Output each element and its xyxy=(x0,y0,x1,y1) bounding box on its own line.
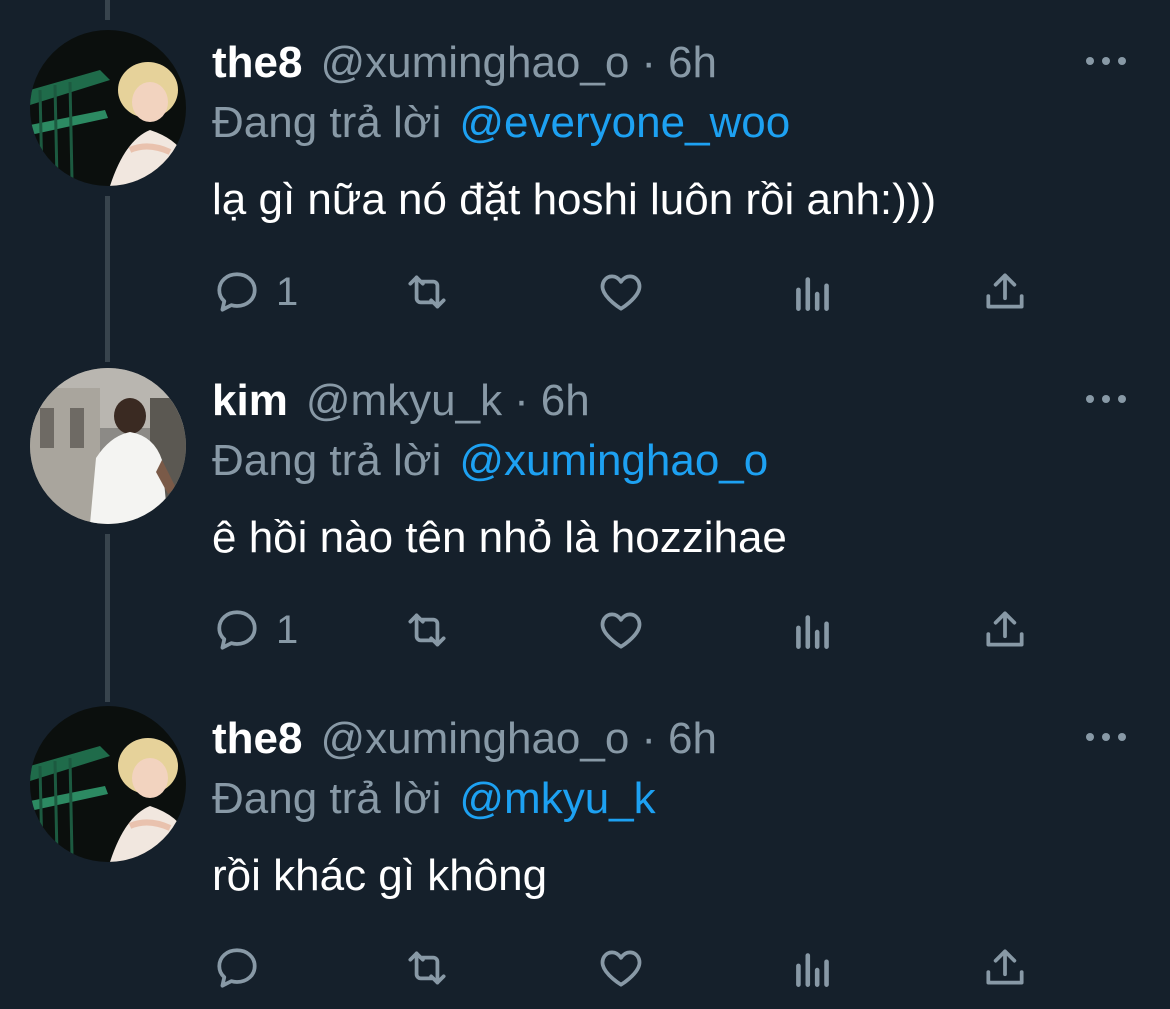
display-name[interactable]: the8 xyxy=(212,38,302,88)
analytics-icon xyxy=(796,277,829,311)
analytics-icon xyxy=(796,953,829,987)
reply-icon xyxy=(217,272,257,312)
replying-to: Đang trả lời @mkyu_k xyxy=(212,771,656,827)
reply-button[interactable] xyxy=(212,942,276,994)
reply-button[interactable]: 1 xyxy=(212,266,298,318)
share-button[interactable] xyxy=(980,266,1030,318)
like-button[interactable] xyxy=(596,604,646,656)
display-name[interactable]: kim xyxy=(212,376,288,426)
share-icon xyxy=(986,273,1024,309)
separator: · xyxy=(641,714,656,763)
retweet-icon xyxy=(408,275,446,309)
tweet-actions xyxy=(212,942,1042,994)
avatar[interactable] xyxy=(30,30,186,186)
username[interactable]: @mkyu_k xyxy=(306,376,502,426)
reply-button[interactable]: 1 xyxy=(212,604,298,656)
share-icon xyxy=(986,611,1024,647)
tweet-header: kim @mkyu_k · 6h xyxy=(212,373,590,429)
tweet-text: ê hồi nào tên nhỏ là hozzihae xyxy=(212,513,787,562)
share-icon xyxy=(986,949,1024,985)
tweet-actions: 1 xyxy=(212,604,1042,656)
username[interactable]: @xuminghao_o xyxy=(320,714,629,764)
separator: · xyxy=(514,376,529,425)
like-button[interactable] xyxy=(596,942,646,994)
tweet-text: lạ gì nữa nó đặt hoshi luôn rồi anh:))) xyxy=(212,175,937,224)
tweet[interactable]: the8 @xuminghao_o · 6h Đang trả lời @mky… xyxy=(0,676,1170,1009)
tweet[interactable]: kim @mkyu_k · 6h Đang trả lời @xuminghao… xyxy=(0,338,1170,678)
tweet-header: the8 @xuminghao_o · 6h xyxy=(212,35,717,91)
retweet-icon xyxy=(408,613,446,647)
analytics-button[interactable] xyxy=(788,942,838,994)
tweet[interactable]: the8 @xuminghao_o · 6h Đang trả lời @eve… xyxy=(0,0,1170,340)
share-button[interactable] xyxy=(980,604,1030,656)
replying-to: Đang trả lời @xuminghao_o xyxy=(212,433,768,489)
analytics-button[interactable] xyxy=(788,266,838,318)
avatar-the8-image xyxy=(30,706,186,862)
share-button[interactable] xyxy=(980,942,1030,994)
timestamp[interactable]: 6h xyxy=(668,38,717,88)
replying-to-label: Đang trả lời xyxy=(212,436,442,485)
avatar-kim-image xyxy=(30,368,186,524)
like-button[interactable] xyxy=(596,266,646,318)
mention-link[interactable]: @everyone_woo xyxy=(459,98,790,148)
reply-count: 1 xyxy=(276,607,299,652)
more-options-icon[interactable] xyxy=(1086,384,1126,414)
timestamp[interactable]: 6h xyxy=(541,376,590,426)
reply-icon xyxy=(217,948,257,988)
replying-to-label: Đang trả lời xyxy=(212,774,442,823)
replying-to: Đang trả lời @everyone_woo xyxy=(212,95,790,151)
heart-icon xyxy=(600,950,642,987)
more-options-icon[interactable] xyxy=(1086,722,1126,752)
tweet-header: the8 @xuminghao_o · 6h xyxy=(212,711,717,767)
tweet-actions: 1 xyxy=(212,266,1042,318)
replying-to-label: Đang trả lời xyxy=(212,98,442,147)
heart-icon xyxy=(600,612,642,649)
username[interactable]: @xuminghao_o xyxy=(320,38,629,88)
avatar-the8-image xyxy=(30,30,186,186)
avatar[interactable] xyxy=(30,706,186,862)
mention-link[interactable]: @mkyu_k xyxy=(459,774,655,824)
reply-icon xyxy=(217,610,257,650)
retweet-button[interactable] xyxy=(402,604,452,656)
display-name[interactable]: the8 xyxy=(212,714,302,764)
heart-icon xyxy=(600,274,642,311)
reply-count: 1 xyxy=(276,269,299,314)
analytics-icon xyxy=(796,615,829,649)
avatar[interactable] xyxy=(30,368,186,524)
retweet-button[interactable] xyxy=(402,942,452,994)
retweet-button[interactable] xyxy=(402,266,452,318)
timestamp[interactable]: 6h xyxy=(668,714,717,764)
more-options-icon[interactable] xyxy=(1086,46,1126,76)
tweet-text: rồi khác gì không xyxy=(212,851,548,900)
separator: · xyxy=(641,38,656,87)
analytics-button[interactable] xyxy=(788,604,838,656)
retweet-icon xyxy=(408,951,446,985)
mention-link[interactable]: @xuminghao_o xyxy=(459,436,768,486)
